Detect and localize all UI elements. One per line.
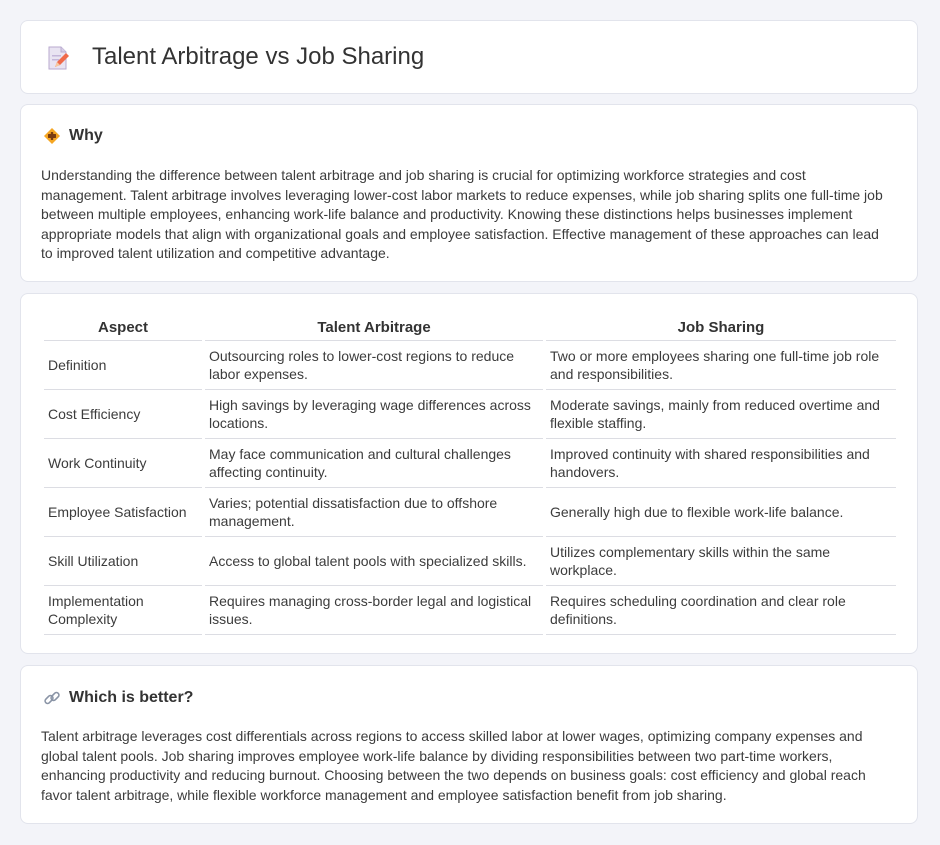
better-heading-row: Which is better?: [43, 689, 193, 707]
why-text: Understanding the difference between tal…: [41, 167, 883, 262]
table-row: Implementation Complexity Requires manag…: [44, 586, 896, 635]
comparison-table: Aspect Talent Arbitrage Job Sharing Defi…: [41, 314, 899, 635]
table-row: Cost Efficiency High savings by leveragi…: [44, 390, 896, 439]
comparison-table-card: Aspect Talent Arbitrage Job Sharing Defi…: [20, 293, 918, 654]
aspect-cell: Implementation Complexity: [44, 586, 202, 635]
header-job-sharing: Job Sharing: [546, 314, 896, 341]
table-header-row: Aspect Talent Arbitrage Job Sharing: [44, 314, 896, 341]
table-row: Definition Outsourcing roles to lower-co…: [44, 341, 896, 390]
header-aspect: Aspect: [44, 314, 202, 341]
page-title: Talent Arbitrage vs Job Sharing: [92, 43, 425, 70]
diamond-warning-icon: [44, 128, 60, 144]
header-talent-arbitrage: Talent Arbitrage: [205, 314, 543, 341]
link-icon: [44, 691, 60, 705]
better-heading: Which is better?: [69, 689, 194, 706]
job-sharing-cell: Requires scheduling coordination and cle…: [546, 586, 896, 635]
aspect-cell: Definition: [44, 341, 202, 390]
talent-arbitrage-cell: Requires managing cross-border legal and…: [205, 586, 543, 635]
why-heading: Why: [69, 127, 103, 144]
talent-arbitrage-cell: Varies; potential dissatisfaction due to…: [205, 488, 543, 537]
aspect-cell: Skill Utilization: [44, 537, 202, 586]
table-row: Employee Satisfaction Varies; potential …: [44, 488, 896, 537]
table-row: Work Continuity May face communication a…: [44, 439, 896, 488]
aspect-cell: Employee Satisfaction: [44, 488, 202, 537]
table-row: Skill Utilization Access to global talen…: [44, 537, 896, 586]
aspect-cell: Cost Efficiency: [44, 390, 202, 439]
why-heading-row: Why: [43, 127, 103, 145]
job-sharing-cell: Improved continuity with shared responsi…: [546, 439, 896, 488]
document-edit-icon: [48, 46, 69, 70]
job-sharing-cell: Generally high due to flexible work-life…: [546, 488, 896, 537]
job-sharing-cell: Two or more employees sharing one full-t…: [546, 341, 896, 390]
job-sharing-cell: Moderate savings, mainly from reduced ov…: [546, 390, 896, 439]
talent-arbitrage-cell: May face communication and cultural chal…: [205, 439, 543, 488]
which-is-better-section: Which is better? Talent arbitrage levera…: [20, 665, 918, 824]
title-card: Talent Arbitrage vs Job Sharing: [20, 20, 918, 94]
why-section: Why Understanding the difference between…: [20, 104, 918, 282]
talent-arbitrage-cell: Access to global talent pools with speci…: [205, 537, 543, 586]
talent-arbitrage-cell: Outsourcing roles to lower-cost regions …: [205, 341, 543, 390]
better-text: Talent arbitrage leverages cost differen…: [41, 728, 866, 803]
talent-arbitrage-cell: High savings by leveraging wage differen…: [205, 390, 543, 439]
aspect-cell: Work Continuity: [44, 439, 202, 488]
job-sharing-cell: Utilizes complementary skills within the…: [546, 537, 896, 586]
